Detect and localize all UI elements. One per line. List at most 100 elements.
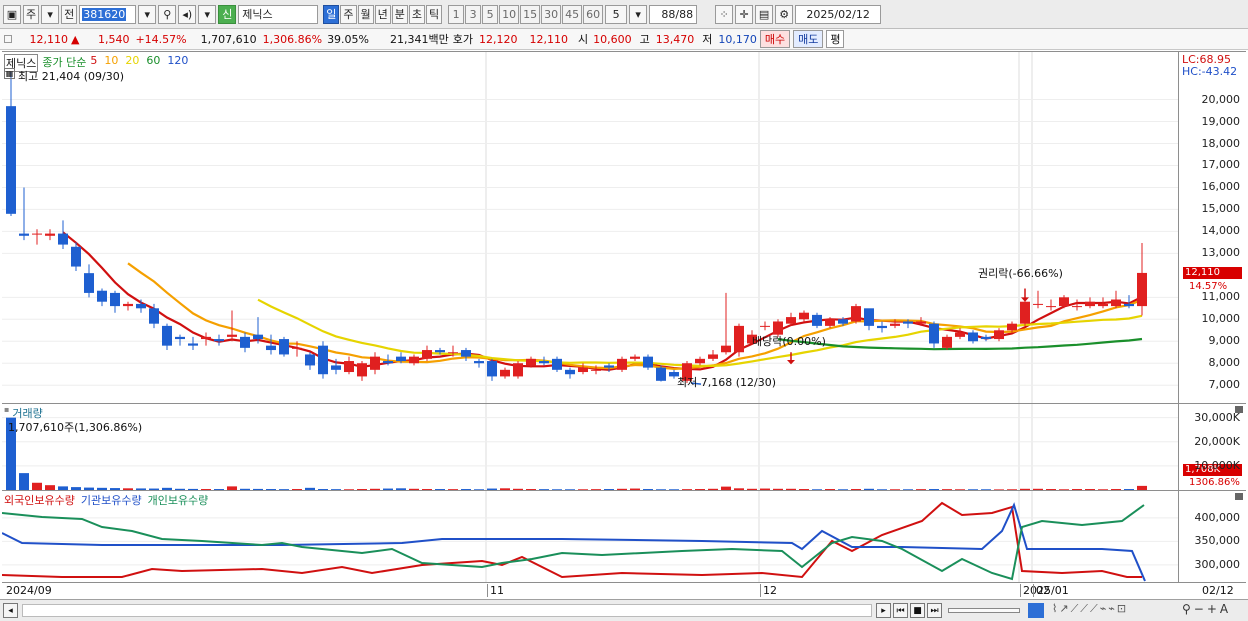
stop-icon[interactable]: ■ xyxy=(910,603,925,618)
holder-series-label[interactable]: 개인보유수량 xyxy=(148,492,209,508)
candle-body xyxy=(1059,297,1069,307)
zoom-thumb[interactable] xyxy=(1028,603,1044,618)
candle-body xyxy=(500,369,510,377)
candle-body xyxy=(656,367,666,381)
chevron-down-icon[interactable]: ▾ xyxy=(198,4,217,24)
ma-period-label[interactable]: 20 xyxy=(125,54,139,72)
candle-body xyxy=(1124,303,1134,307)
interval-button[interactable]: 10 xyxy=(499,4,520,24)
candle-body xyxy=(344,361,354,373)
interval-button[interactable]: 30 xyxy=(541,4,562,24)
volume-axis[interactable]: 1,708K 1306.86% 30,000K 20,000K 10,000K xyxy=(1178,403,1246,490)
interval-button[interactable]: 3 xyxy=(465,4,482,24)
interval-button[interactable]: 45 xyxy=(562,4,583,24)
ma-period-label[interactable]: 120 xyxy=(167,54,188,72)
period-tab[interactable]: 초 xyxy=(408,4,425,24)
last-icon[interactable]: ⏭ xyxy=(927,603,942,618)
chart-window-icon[interactable]: ▣ xyxy=(3,4,21,24)
open-value: 10,600 xyxy=(593,32,632,46)
holders-chart-pane[interactable]: 외국인보유수량 기관보유수량 개인보유수량 xyxy=(2,490,1178,583)
chevron-down-icon[interactable]: ▾ xyxy=(41,4,60,24)
checkbox-icon[interactable] xyxy=(4,35,12,43)
first-icon[interactable]: ⏮ xyxy=(893,603,908,618)
candle-body xyxy=(890,323,900,326)
save-icon[interactable]: ▤ xyxy=(755,4,774,24)
ma-period-label[interactable]: 60 xyxy=(146,54,160,72)
candle-body xyxy=(916,321,926,324)
candle-body xyxy=(19,233,29,236)
price-tick-label: 20,000 xyxy=(1201,92,1241,106)
candle-body xyxy=(227,334,237,337)
date-input[interactable]: 2025/02/12 xyxy=(795,4,882,24)
period-tab[interactable]: 월 xyxy=(357,4,374,24)
holder-series-label[interactable]: 외국인보유수량 xyxy=(4,492,75,508)
candle-body xyxy=(864,308,874,326)
candle-body xyxy=(461,350,471,357)
chevron-down-icon[interactable]: ▾ xyxy=(629,4,648,24)
period-tab[interactable]: 일 xyxy=(323,4,340,24)
speaker-icon[interactable]: ◂) xyxy=(178,4,197,24)
candle-body xyxy=(799,312,809,320)
gear-icon[interactable]: ⚙ xyxy=(775,4,794,24)
candle-body xyxy=(487,361,497,377)
date-axis: 2024/09 11 12 2025/01 02 02/12 xyxy=(2,582,1246,599)
period-tab[interactable]: 년 xyxy=(374,4,391,24)
scroll-track[interactable] xyxy=(22,604,872,617)
period-tab[interactable]: 틱 xyxy=(426,4,443,24)
holders-tick-label: 300,000 xyxy=(1194,557,1241,571)
holders-axis[interactable]: 400,000 350,000 300,000 xyxy=(1178,490,1246,582)
period-tab[interactable]: 분 xyxy=(391,4,408,24)
interval-button[interactable]: 15 xyxy=(520,4,541,24)
candle-body xyxy=(994,330,1004,340)
holder-series-label[interactable]: 기관보유수량 xyxy=(81,492,142,508)
holders-legend: 외국인보유수량 기관보유수량 개인보유수량 xyxy=(4,492,208,508)
eval-button[interactable]: 평 xyxy=(826,30,845,48)
dots-icon[interactable]: ⁘ xyxy=(715,4,734,24)
crosshair-icon[interactable]: ✛ xyxy=(735,4,754,24)
stock-name-field[interactable]: 제닉스 xyxy=(238,4,319,24)
prev-tab[interactable]: 전 xyxy=(61,4,78,24)
zoom-slider[interactable] xyxy=(948,608,1020,613)
sell-button[interactable]: 매도 xyxy=(793,30,824,48)
scroll-right-icon[interactable]: ▸ xyxy=(876,603,891,618)
scroll-bar: ◂ ▸ ⏮ ■ ⏭ ⌇↗⟋⟋⟋⌁⌁⊡ ⚲−+A xyxy=(0,599,1248,621)
search-icon[interactable]: ⚲ xyxy=(158,4,177,24)
candle-body xyxy=(474,361,484,364)
candle-body xyxy=(695,358,705,364)
low-label: 저 xyxy=(702,33,713,46)
interval-select[interactable]: 5 xyxy=(605,4,628,24)
grid-icon[interactable]: ▦ xyxy=(4,68,15,79)
interval-button[interactable]: 5 xyxy=(482,4,499,24)
candle-body xyxy=(396,356,406,362)
candle-body xyxy=(552,358,562,370)
date-axis-label: 02/12 xyxy=(1202,584,1234,597)
price-tick-label: 19,000 xyxy=(1201,114,1241,128)
candle-body xyxy=(851,306,861,322)
interval-button[interactable]: 1 xyxy=(448,4,465,24)
candle-body xyxy=(240,336,250,348)
volume-chart xyxy=(2,404,1178,491)
code-dropdown-icon[interactable]: ▾ xyxy=(138,4,157,24)
candle-body xyxy=(838,319,848,324)
market-tab[interactable]: 주 xyxy=(23,4,40,24)
stock-code-input[interactable]: 381620 xyxy=(79,4,137,24)
interval-button[interactable]: 60 xyxy=(583,4,604,24)
candle-body xyxy=(721,345,731,353)
ask-value: 12,120 xyxy=(479,32,518,46)
zoom-controls-icons[interactable]: ⚲−+A xyxy=(1182,602,1231,616)
candle-body xyxy=(71,246,81,267)
scroll-left-icon[interactable]: ◂ xyxy=(3,603,18,618)
collapse-icon[interactable] xyxy=(1235,493,1243,500)
period-tab[interactable]: 주 xyxy=(340,4,357,24)
price-axis[interactable]: LC:68.95 HC:-43.42 12,110 14.57% 20,000 1… xyxy=(1178,51,1246,403)
candle-body xyxy=(1046,306,1056,308)
candle-body xyxy=(981,336,991,340)
drawing-tools-icons[interactable]: ⌇↗⟋⟋⟋⌁⌁⊡ xyxy=(1052,602,1128,616)
volume-chart-pane[interactable]: ▪ 거래량 1,707,610주(1,306.86%) xyxy=(2,403,1178,491)
price-chart-pane[interactable]: 제닉스 종가 단순 5 10 20 60 120 ▦ 최고 21,404 (09/30)… xyxy=(2,51,1178,404)
buy-button[interactable]: 매수 xyxy=(759,30,791,48)
holders-tick-label: 400,000 xyxy=(1194,510,1241,524)
candle-body xyxy=(708,354,718,359)
bar-count-field[interactable]: 88/88 xyxy=(649,4,698,24)
candle-body xyxy=(812,314,822,326)
